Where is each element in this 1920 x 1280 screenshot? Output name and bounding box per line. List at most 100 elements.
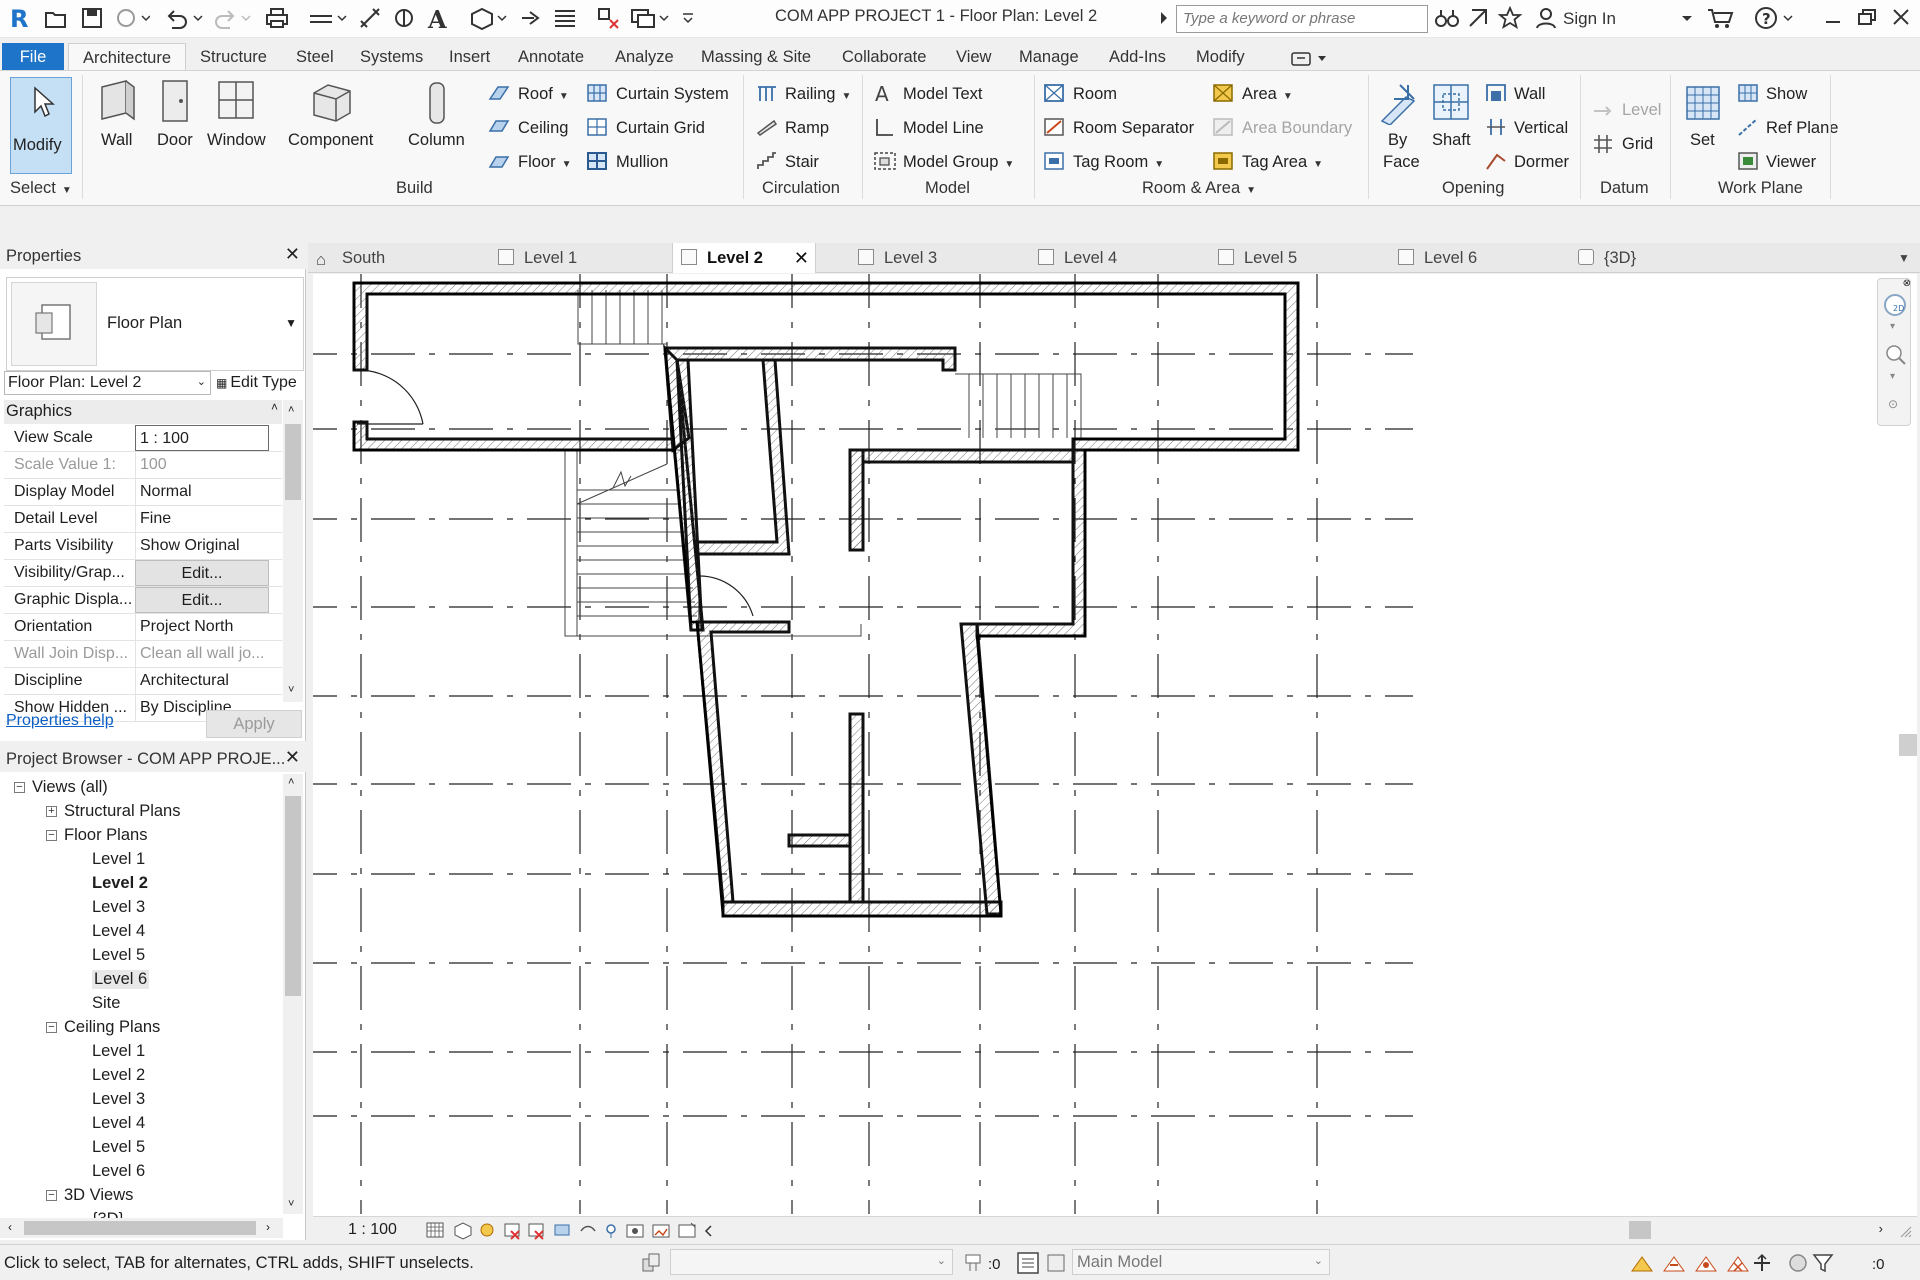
by-face-button[interactable] (1378, 81, 1420, 130)
room-separator-button[interactable] (1043, 117, 1065, 142)
view-scale-button[interactable]: 1 : 100 (348, 1221, 397, 1239)
property-row[interactable]: Detail Level Fine (4, 506, 282, 533)
revit-logo-icon[interactable]: R (6, 3, 34, 33)
close-hidden-icon[interactable] (596, 6, 620, 32)
navbar-options-icon[interactable]: ⊙ (1888, 397, 1898, 411)
steering-wheel-icon[interactable]: 2D (1883, 293, 1907, 319)
property-row[interactable]: Scale Value 1: 100 (4, 452, 282, 479)
view-tab-level-4[interactable]: Level 4 (1038, 243, 1117, 273)
canvas-scroll-right-icon[interactable]: › (1879, 1221, 1883, 1236)
floor-plan-drawing[interactable] (313, 274, 1917, 1218)
favorites-star-icon[interactable] (1498, 6, 1522, 32)
view-tab-level-2[interactable]: Level 2 ✕ (672, 243, 816, 273)
tab-annotate[interactable]: Annotate (518, 43, 584, 71)
close-window-icon[interactable] (1890, 6, 1912, 32)
area-button[interactable] (1212, 83, 1234, 108)
property-row[interactable]: Discipline Architectural (4, 668, 282, 695)
properties-scroll-thumb[interactable] (285, 424, 301, 500)
viewer-button[interactable] (1737, 151, 1759, 176)
tab-analyze[interactable]: Analyze (615, 43, 674, 71)
column-button[interactable] (424, 81, 450, 130)
tab-structure[interactable]: Structure (200, 43, 267, 71)
thin-lines-icon[interactable] (552, 6, 578, 32)
area-boundary-button[interactable] (1212, 117, 1234, 142)
selection-filter-icons[interactable] (1630, 1251, 1910, 1275)
property-edit-button[interactable]: Edit... (135, 587, 269, 613)
ramp-button[interactable] (756, 117, 778, 142)
redo-icon[interactable] (212, 6, 252, 32)
minimize-icon[interactable] (1822, 6, 1844, 32)
edit-type-button[interactable]: ▦ Edit Type (216, 374, 297, 392)
save-icon[interactable] (80, 6, 104, 32)
tab-modify[interactable]: Modify (1196, 43, 1245, 71)
worksharing-icon[interactable] (640, 1251, 664, 1275)
browser-hscrollbar[interactable]: ‹ › (0, 1218, 283, 1238)
room-area-panel-dropdown[interactable]: Room & Area ▼ (1142, 179, 1256, 198)
zoom-region-icon[interactable] (1884, 343, 1906, 367)
browser-floor-plan-item[interactable]: Level 6 (92, 970, 150, 989)
set-workplane-button[interactable] (1683, 81, 1723, 130)
property-edit-button[interactable]: Edit... (135, 560, 269, 586)
door-button[interactable] (159, 79, 193, 128)
view-tab-level-3[interactable]: Level 3 (858, 243, 937, 273)
undo-icon[interactable] (164, 6, 204, 32)
view-tab-3d[interactable]: {3D} (1578, 243, 1636, 273)
tab-insert[interactable]: Insert (449, 43, 490, 71)
customize-toolbar-icon[interactable] (680, 6, 696, 32)
restore-icon[interactable] (1856, 6, 1878, 32)
collapse-icon[interactable]: − (46, 830, 57, 841)
close-tab-icon[interactable]: ✕ (794, 243, 809, 273)
level-button[interactable] (1592, 101, 1614, 126)
tag-icon[interactable] (392, 6, 416, 32)
browser-ceiling-plan-item[interactable]: Level 3 (92, 1090, 145, 1109)
property-row[interactable]: Orientation Project North (4, 614, 282, 641)
subscription-icon[interactable] (1466, 6, 1490, 32)
browser-scrollbar[interactable]: ˄ ˅ (283, 774, 303, 1214)
property-row[interactable]: Display Model Normal (4, 479, 282, 506)
tab-massing-site[interactable]: Massing & Site (701, 43, 811, 71)
browser-floor-plan-item[interactable]: Level 5 (92, 946, 145, 965)
design-option-icon[interactable] (962, 1251, 984, 1275)
model-text-button[interactable]: A (873, 82, 897, 108)
shaft-button[interactable] (1430, 81, 1472, 130)
properties-help-link[interactable]: Properties help (6, 712, 114, 730)
curtain-system-button[interactable] (586, 83, 608, 108)
browser-ceiling-plans[interactable]: Ceiling Plans (64, 1018, 160, 1037)
browser-ceiling-plan-item[interactable]: Level 5 (92, 1138, 145, 1157)
tab-overflow-icon[interactable]: ▼ (1898, 243, 1910, 273)
ribbon-minimize-icon[interactable] (1290, 49, 1330, 67)
tag-room-button[interactable] (1043, 151, 1065, 176)
scroll-up-icon[interactable]: ˄ (288, 404, 294, 416)
window-button[interactable] (216, 79, 256, 128)
section-icon[interactable] (518, 6, 544, 32)
wall-button[interactable] (96, 79, 140, 128)
property-row[interactable]: View Scale 1 : 100 (4, 425, 282, 452)
curtain-grid-button[interactable] (586, 117, 608, 142)
browser-ceiling-plan-item[interactable]: Level 4 (92, 1114, 145, 1133)
property-row[interactable]: Wall Join Disp... Clean all wall jo... (4, 641, 282, 668)
open-icon[interactable] (44, 6, 68, 32)
browser-floor-plan-item[interactable]: Level 1 (92, 850, 145, 869)
workset-select[interactable]: ⌄ (670, 1249, 953, 1275)
tab-add-ins[interactable]: Add-Ins (1109, 43, 1166, 71)
roof-button[interactable] (488, 83, 510, 108)
switch-windows-icon[interactable] (630, 6, 670, 32)
sign-in-link[interactable]: Sign In (1563, 9, 1616, 29)
component-button[interactable] (310, 79, 354, 128)
search-input[interactable]: Type a keyword or phrase (1176, 5, 1428, 33)
browser-structural-plans[interactable]: Structural Plans (64, 802, 180, 821)
canvas-hscroll-thumb[interactable] (1629, 1221, 1651, 1239)
mullion-button[interactable] (586, 151, 608, 176)
text-icon[interactable]: A (426, 6, 450, 32)
measure-icon[interactable] (308, 6, 348, 32)
print-icon[interactable] (264, 6, 290, 32)
expand-title-icon[interactable] (1158, 6, 1170, 32)
tab-architecture[interactable]: Architecture (68, 43, 186, 71)
browser-floor-plans[interactable]: Floor Plans (64, 826, 147, 845)
browser-ceiling-plan-item[interactable]: Level 1 (92, 1042, 145, 1061)
browser-views-root[interactable]: Views (all) (32, 778, 108, 797)
properties-scrollbar[interactable]: ˄ ˅ (283, 400, 303, 702)
browser-floor-plan-item[interactable]: Level 2 (92, 874, 148, 893)
browser-scroll-up-icon[interactable]: ˄ (288, 776, 294, 788)
browser-floor-plan-item[interactable]: Site (92, 994, 120, 1013)
